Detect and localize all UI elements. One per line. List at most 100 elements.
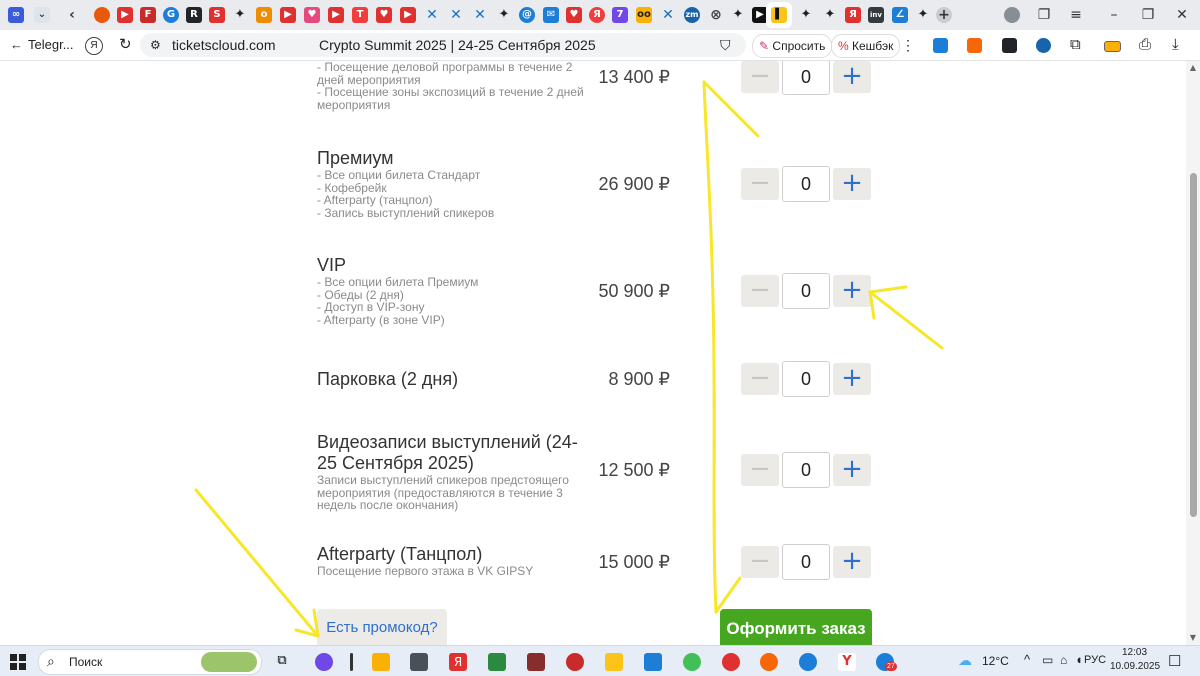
tab-icon-inv[interactable]: inv: [868, 7, 884, 23]
place-order-button[interactable]: Оформить заказ: [720, 609, 872, 645]
yandex-app-icon[interactable]: Я: [449, 653, 467, 671]
file-explorer-icon[interactable]: [372, 653, 390, 671]
yandex-browser-icon[interactable]: Y: [838, 653, 856, 671]
windows-start-icon[interactable]: [10, 654, 26, 670]
extension-s-icon[interactable]: [1002, 38, 1017, 53]
extension-rocket-icon[interactable]: [933, 38, 948, 53]
extensions-puzzle-icon[interactable]: ⧉: [1070, 30, 1081, 60]
increase-quantity-button[interactable]: +: [833, 61, 871, 93]
tab-icon-sparkle-3[interactable]: ✦: [730, 7, 746, 23]
app-shield-icon[interactable]: [566, 653, 584, 671]
decrease-quantity-button[interactable]: −: [741, 61, 779, 93]
tab-list-chevron-icon[interactable]: ⌄: [34, 7, 50, 23]
bookmark-icon[interactable]: ⛉: [720, 30, 731, 60]
decrease-quantity-button[interactable]: −: [741, 168, 779, 200]
tab-icon-youtube-2[interactable]: ▶: [280, 7, 296, 23]
tab-icon-r[interactable]: R: [186, 7, 202, 23]
weather-temp[interactable]: 12°C: [982, 654, 1009, 668]
network-icon[interactable]: ⌂: [1060, 653, 1067, 667]
tab-icon-yellow[interactable]: oo: [636, 7, 652, 23]
decrease-quantity-button[interactable]: −: [741, 363, 779, 395]
quantity-field[interactable]: 0: [782, 61, 830, 95]
tab-icon-x-blue[interactable]: ✕: [424, 7, 440, 23]
active-tab[interactable]: ▌: [766, 2, 792, 28]
extension-metamask-icon[interactable]: [967, 38, 982, 53]
opera-icon[interactable]: [722, 653, 740, 671]
download-icon[interactable]: ⤓: [1172, 30, 1179, 60]
app-red-icon[interactable]: [527, 653, 545, 671]
notifications-icon[interactable]: ☐: [1168, 652, 1181, 670]
quantity-field[interactable]: 0: [782, 452, 830, 488]
tab-icon-sparkle-4[interactable]: ✦: [798, 7, 814, 23]
tab-icon-seven[interactable]: 7: [612, 7, 628, 23]
app-color-ring-icon[interactable]: [683, 653, 701, 671]
tab-icon-flag[interactable]: F: [140, 7, 156, 23]
screenshot-icon[interactable]: ⎙: [1139, 30, 1151, 60]
tab-icon-pink[interactable]: ♥: [304, 7, 320, 23]
tab-icon-youtube-4[interactable]: ▶: [400, 7, 416, 23]
back-label[interactable]: Telegr...: [28, 30, 74, 60]
edge-icon[interactable]: [799, 653, 817, 671]
new-tab-button[interactable]: +: [936, 7, 952, 23]
tab-icon-red-doc[interactable]: ♥: [376, 7, 392, 23]
language-indicator[interactable]: РУС: [1084, 654, 1106, 666]
profile-avatar[interactable]: [1004, 7, 1020, 23]
browser-menu-icon[interactable]: ∞: [8, 7, 24, 23]
tab-icon-ya-2[interactable]: Я: [845, 7, 861, 23]
tab-icon-x-blue-2[interactable]: ✕: [448, 7, 464, 23]
weather-icon[interactable]: ☁: [956, 653, 974, 671]
close-window-button[interactable]: ✕: [1172, 5, 1192, 25]
tab-icon-sparkle-2[interactable]: ✦: [496, 7, 512, 23]
tab-icon-s[interactable]: S: [209, 7, 225, 23]
app-blue-icon[interactable]: [644, 653, 662, 671]
restore-window-button[interactable]: ❐: [1138, 5, 1158, 25]
app-yellow-icon[interactable]: [605, 653, 623, 671]
tab-icon-mail[interactable]: ✉: [543, 7, 559, 23]
back-arrow-icon[interactable]: ←: [10, 30, 23, 60]
scroll-up-arrow-icon[interactable]: ▲: [1188, 63, 1198, 73]
tab-icon-sparkle-6[interactable]: ✦: [915, 7, 931, 23]
quantity-field[interactable]: 0: [782, 361, 830, 397]
taskbar-search-box[interactable]: ⌕ Поиск: [38, 649, 262, 675]
tab-icon-sparkle-5[interactable]: ✦: [822, 7, 838, 23]
battery-saver-icon[interactable]: [1104, 41, 1121, 52]
increase-quantity-button[interactable]: +: [833, 275, 871, 307]
tab-icon-g[interactable]: G: [163, 7, 179, 23]
tab-icon-x-blue-4[interactable]: ✕: [660, 7, 676, 23]
calculator-icon[interactable]: [410, 653, 428, 671]
decrease-quantity-button[interactable]: −: [741, 275, 779, 307]
scroll-down-arrow-icon[interactable]: ▼: [1188, 633, 1198, 643]
scrollbar-thumb[interactable]: [1190, 173, 1197, 517]
clock-time[interactable]: 12:03: [1122, 647, 1147, 658]
tab-icon-ok[interactable]: о: [256, 7, 272, 23]
decrease-quantity-button[interactable]: −: [741, 546, 779, 578]
increase-quantity-button[interactable]: +: [833, 546, 871, 578]
task-view-icon[interactable]: ⧉: [273, 653, 291, 671]
minimize-window-button[interactable]: –: [1104, 5, 1124, 25]
ask-button[interactable]: ✎ Спросить: [752, 34, 833, 58]
tab-icon-chart[interactable]: ∠: [892, 7, 908, 23]
increase-quantity-button[interactable]: +: [833, 454, 871, 486]
cashback-button[interactable]: % Кешбэк: [831, 34, 901, 58]
increase-quantity-button[interactable]: +: [833, 363, 871, 395]
decrease-quantity-button[interactable]: −: [741, 454, 779, 486]
collections-icon[interactable]: ❐: [1034, 5, 1054, 25]
tab-icon-shield[interactable]: ♥: [566, 7, 582, 23]
page-scrollbar[interactable]: ▲ ▼: [1186, 61, 1200, 645]
tab-icon-t[interactable]: T: [352, 7, 368, 23]
reload-icon[interactable]: ↻: [119, 30, 132, 60]
tab-icon-youtube[interactable]: ▶: [117, 7, 133, 23]
browser-settings-icon[interactable]: ≡: [1066, 5, 1086, 25]
tab-icon-sparkle[interactable]: ✦: [232, 7, 248, 23]
quantity-field[interactable]: 0: [782, 544, 830, 580]
tab-icon-ya[interactable]: Я: [589, 7, 605, 23]
tab-icon-circle-x[interactable]: ⊗: [708, 7, 724, 23]
promo-code-button[interactable]: Есть промокод?: [317, 609, 447, 645]
tray-chevron-icon[interactable]: ^: [1024, 652, 1030, 667]
clock-date[interactable]: 10.09.2025: [1110, 661, 1160, 672]
extension-iq-icon[interactable]: [1036, 38, 1051, 53]
quantity-field[interactable]: 0: [782, 166, 830, 202]
tab-icon-orange-ring[interactable]: [94, 7, 110, 23]
tab-icon-at[interactable]: @: [519, 7, 535, 23]
quantity-field[interactable]: 0: [782, 273, 830, 309]
